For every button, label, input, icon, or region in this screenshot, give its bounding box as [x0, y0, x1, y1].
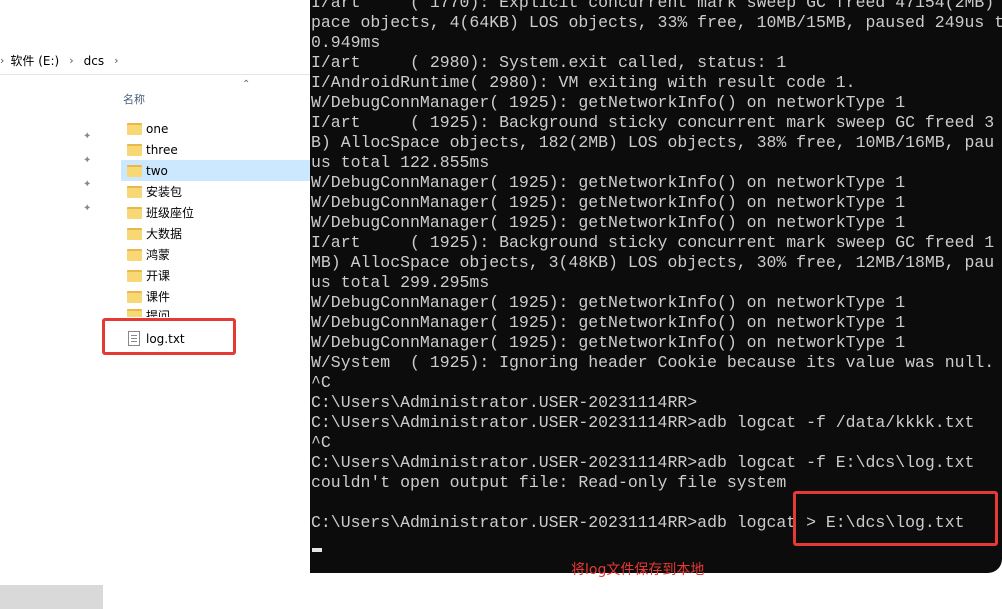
console-line: I/art ( 1925): Background sticky concurr…	[311, 113, 995, 132]
console-line: I/art ( 2980): System.exit called, statu…	[311, 53, 787, 72]
file-name: two	[146, 163, 168, 178]
console-line: us total 122.855ms	[311, 153, 490, 172]
console-line: C:\Users\Administrator.USER-20231114RR>a…	[311, 413, 975, 432]
address-bar[interactable]: › 软件 (E:) › dcs ›	[0, 47, 310, 75]
console-line: us total 299.295ms	[311, 273, 490, 292]
console-line: C:\Users\Administrator.USER-20231114RR>a…	[311, 453, 975, 472]
console-line: couldn't open output file: Read-only fil…	[311, 473, 787, 492]
file-item-course-start[interactable]: 开课	[121, 265, 310, 286]
console-line: W/DebugConnManager( 1925): getNetworkInf…	[311, 213, 906, 232]
folder-icon	[127, 269, 142, 282]
file-name: 提问	[146, 309, 171, 317]
file-item-questions[interactable]: 提问	[121, 307, 310, 317]
file-name: 鸿蒙	[146, 248, 171, 262]
address-chevron-icon[interactable]: ›	[0, 54, 4, 67]
console-line: W/DebugConnManager( 1925): getNetworkInf…	[311, 313, 906, 332]
file-name: 班级座位	[146, 206, 195, 220]
navigation-pane	[0, 76, 103, 609]
folder-icon	[127, 143, 142, 156]
folder-icon	[127, 185, 142, 198]
file-item-one[interactable]: one	[121, 118, 310, 139]
console-line: W/DebugConnManager( 1925): getNetworkInf…	[311, 293, 906, 312]
console-line: 0.949ms	[311, 33, 381, 52]
file-name: one	[146, 121, 169, 136]
file-name: three	[146, 142, 178, 157]
console-line: W/DebugConnManager( 1925): getNetworkInf…	[311, 173, 906, 192]
file-item-three[interactable]: three	[121, 139, 310, 160]
scroll-up-arrow-icon[interactable]: ⌃	[242, 79, 250, 90]
file-item-two[interactable]: two	[121, 160, 310, 181]
annotation-caption: 将log文件保存到本地	[571, 562, 705, 578]
column-header-name[interactable]: 名称	[123, 91, 145, 107]
console-line: C:\Users\Administrator.USER-20231114RR>	[311, 393, 698, 412]
file-name: 大数据	[146, 227, 183, 241]
console-line: I/art ( 1770): Explicit concurrent mark …	[311, 0, 1002, 12]
folder-icon	[127, 290, 142, 303]
file-item-seating[interactable]: 班级座位	[121, 202, 310, 223]
breadcrumb-chevron-icon[interactable]: ›	[114, 54, 118, 67]
pin-icon[interactable]: ✦	[83, 155, 95, 167]
file-item-courseware[interactable]: 课件	[121, 286, 310, 307]
console-line: I/AndroidRuntime( 2980): VM exiting with…	[311, 73, 856, 92]
console-line: pace objects, 4(64KB) LOS objects, 33% f…	[311, 13, 1002, 32]
command-prompt-window[interactable]: I/art ( 1770): Explicit concurrent mark …	[310, 0, 1002, 573]
console-line: ^C	[311, 373, 331, 392]
console-line: W/DebugConnManager( 1925): getNetworkInf…	[311, 333, 906, 352]
command-highlight-box	[793, 491, 998, 546]
file-item-bigdata[interactable]: 大数据	[121, 223, 310, 244]
console-line: ^C	[311, 433, 331, 452]
folder-icon	[127, 164, 142, 177]
console-line: MB) AllocSpace objects, 3(48KB) LOS obje…	[311, 253, 995, 272]
file-name: 开课	[146, 269, 171, 283]
console-line: W/System ( 1925): Ignoring header Cookie…	[311, 353, 995, 372]
folder-icon	[127, 206, 142, 219]
breadcrumb-folder-dcs[interactable]: dcs	[82, 54, 106, 68]
pin-icon[interactable]: ✦	[83, 179, 95, 191]
file-item-installers[interactable]: 安装包	[121, 181, 310, 202]
explorer-top-area	[0, 0, 310, 44]
file-item-harmony[interactable]: 鸿蒙	[121, 244, 310, 265]
folder-icon	[127, 227, 142, 240]
console-line: W/DebugConnManager( 1925): getNetworkInf…	[311, 193, 906, 212]
folder-icon	[127, 248, 142, 261]
file-name: 课件	[146, 290, 171, 304]
console-output: I/art ( 1770): Explicit concurrent mark …	[311, 0, 1002, 533]
text-cursor	[312, 548, 322, 552]
pin-icon[interactable]: ✦	[83, 203, 95, 215]
pin-icon[interactable]: ✦	[83, 131, 95, 143]
navigation-selected-item[interactable]	[0, 585, 103, 609]
console-line: I/art ( 1925): Background sticky concurr…	[311, 233, 995, 252]
file-name: 安装包	[146, 185, 183, 199]
log-file-highlight-box	[102, 318, 236, 355]
console-line: B) AllocSpace objects, 182(2MB) LOS obje…	[311, 133, 995, 152]
breadcrumb-chevron-icon[interactable]: ›	[69, 54, 73, 67]
breadcrumb-drive[interactable]: 软件 (E:)	[8, 52, 61, 69]
console-line: W/DebugConnManager( 1925): getNetworkInf…	[311, 93, 906, 112]
folder-icon	[127, 309, 142, 317]
folder-icon	[127, 122, 142, 135]
